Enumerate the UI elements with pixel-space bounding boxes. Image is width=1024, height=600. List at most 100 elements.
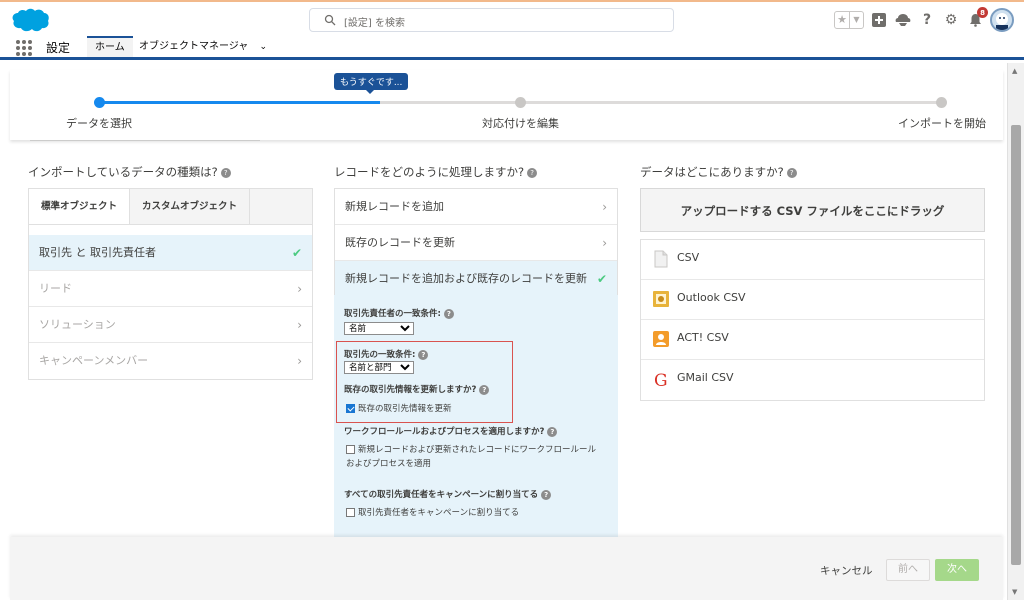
step-label-select-data: データを選択	[66, 117, 132, 130]
tab-custom-objects[interactable]: カスタムオブジェクト	[130, 189, 251, 224]
tab-object-manager[interactable]: オブジェクトマネージャ ⌄	[131, 36, 275, 60]
object-option-campaign-members[interactable]: キャンペーンメンバー ›	[29, 343, 312, 379]
contact-match-label: 取引先責任者の一致条件:?	[344, 307, 454, 319]
step-dot-select-data	[94, 97, 105, 108]
object-option-label: 取引先 と 取引先責任者	[39, 246, 156, 259]
workflow-checkbox-line2: およびプロセスを適用	[346, 459, 432, 469]
record-handling-title: レコードをどのように処理しますか??	[334, 164, 538, 180]
source-label: GMail CSV	[677, 371, 734, 384]
salesforce-logo[interactable]	[10, 7, 50, 33]
chevron-down-icon[interactable]: ▼	[849, 12, 863, 28]
help-icon[interactable]: ?	[220, 167, 231, 178]
app-name: 設定	[46, 41, 71, 55]
tab-home[interactable]: ホーム	[87, 36, 133, 60]
source-label: CSV	[677, 251, 700, 264]
checkbox-unchecked-icon[interactable]	[346, 508, 355, 517]
progress-tooltip: もうすぐです...	[334, 73, 409, 94]
contact-match-select[interactable]: 名前	[344, 322, 414, 335]
record-handling-title-text: レコードをどのように処理しますか?	[334, 165, 525, 179]
help-icon[interactable]: ?	[541, 489, 552, 500]
help-icon[interactable]: ?	[443, 308, 454, 319]
tab-object-manager-label: オブジェクトマネージャ	[139, 41, 249, 52]
checkmark-icon: ✔	[596, 272, 607, 286]
data-location-title-text: データはどこにありますか?	[640, 165, 784, 179]
checkbox-unchecked-icon[interactable]	[346, 445, 355, 454]
import-progress-bar: もうすぐです... データを選択 対応付けを編集 インポートを開始	[10, 70, 1003, 140]
scrollbar-thumb[interactable]	[1011, 125, 1021, 565]
global-search-input[interactable]: [設定] を検索	[309, 8, 674, 32]
gmail-icon: G	[654, 371, 668, 388]
header-actions: ★ ▼ ? ⚙ 8	[834, 7, 1014, 33]
cancel-button[interactable]: キャンセル	[820, 563, 873, 578]
source-outlook-csv[interactable]: Outlook CSV	[641, 280, 984, 320]
object-option-label: ソリューション	[39, 318, 116, 331]
chevron-right-icon: ›	[602, 236, 607, 250]
record-option-add-new[interactable]: 新規レコードを追加 ›	[335, 189, 617, 225]
tab-home-label: ホーム	[95, 42, 125, 53]
source-csv[interactable]: CSV	[641, 240, 984, 280]
data-location-title: データはどこにありますか??	[640, 164, 797, 180]
svg-text:G: G	[654, 371, 668, 388]
step-label-start-import: インポートを開始	[898, 117, 986, 130]
csv-drop-zone[interactable]: アップロードする CSV ファイルをここにドラッグ	[640, 188, 985, 232]
tab-standard-objects[interactable]: 標準オブジェクト	[29, 189, 131, 224]
data-type-title: インポートしているデータの種類は??	[28, 164, 231, 180]
scroll-down-icon[interactable]: ▼	[1012, 588, 1017, 596]
chevron-right-icon: ›	[297, 282, 302, 296]
step-label-edit-mapping: 対応付けを編集	[482, 117, 559, 130]
checkmark-icon: ✔	[291, 246, 302, 260]
help-icon[interactable]: ?	[786, 167, 797, 178]
object-option-label: キャンペーンメンバー	[39, 354, 149, 367]
notification-count-badge: 8	[977, 7, 988, 18]
outlook-icon	[653, 291, 669, 307]
step-dot-edit-mapping	[515, 97, 526, 108]
help-icon[interactable]: ?	[547, 426, 558, 437]
highlight-box	[336, 341, 513, 423]
object-type-tabs: 標準オブジェクト カスタムオブジェクト	[29, 189, 312, 225]
record-option-add-and-update[interactable]: 新規レコードを追加および既存のレコードを更新 ✔	[335, 261, 617, 297]
object-type-card: 標準オブジェクト カスタムオブジェクト 取引先 と 取引先責任者 ✔ リード ›…	[28, 188, 313, 380]
page-scrollbar[interactable]: ▲ ▼	[1007, 63, 1024, 600]
data-type-title-text: インポートしているデータの種類は?	[28, 165, 218, 179]
favorites-button[interactable]: ★ ▼	[834, 11, 864, 29]
chevron-right-icon: ›	[297, 354, 302, 368]
source-label: ACT! CSV	[677, 331, 729, 344]
help-icon[interactable]: ?	[527, 167, 538, 178]
record-option-label: 新規レコードを追加および既存のレコードを更新	[345, 272, 587, 285]
trailhead-icon[interactable]	[894, 11, 912, 29]
chevron-right-icon: ›	[297, 318, 302, 332]
campaign-label: すべての取引先責任者をキャンペーンに割り当てる?	[344, 488, 552, 500]
scroll-up-icon[interactable]: ▲	[1012, 67, 1017, 75]
search-placeholder: [設定] を検索	[344, 18, 405, 29]
workflow-label: ワークフロールールおよびプロセスを適用しますか??	[344, 425, 558, 437]
next-button[interactable]: 次へ	[935, 559, 979, 581]
source-act-csv[interactable]: ACT! CSV	[641, 320, 984, 360]
help-icon[interactable]: ?	[918, 11, 936, 29]
data-source-list: CSV Outlook CSV ACT! CSV G GMail CSV	[640, 239, 985, 401]
star-icon[interactable]: ★	[835, 12, 849, 28]
step-dot-start-import	[936, 97, 947, 108]
user-avatar[interactable]	[990, 8, 1014, 32]
record-option-update-existing[interactable]: 既存のレコードを更新 ›	[335, 225, 617, 261]
csv-file-icon	[654, 250, 668, 268]
source-gmail-csv[interactable]: G GMail CSV	[641, 360, 984, 400]
campaign-checkbox[interactable]: 取引先責任者をキャンペーンに割り当てる	[346, 506, 519, 518]
object-option-solutions[interactable]: ソリューション ›	[29, 307, 312, 343]
record-option-label: 新規レコードを追加	[345, 200, 444, 213]
chevron-down-icon[interactable]: ⌄	[260, 36, 268, 58]
app-launcher-icon[interactable]	[16, 40, 32, 56]
previous-button[interactable]: 前へ	[886, 559, 930, 581]
source-label: Outlook CSV	[677, 291, 746, 304]
wizard-footer: キャンセル 前へ 次へ	[10, 537, 1003, 600]
record-option-label: 既存のレコードを更新	[345, 236, 455, 249]
record-action-card: 新規レコードを追加 › 既存のレコードを更新 › 新規レコードを追加および既存の…	[334, 188, 618, 297]
object-option-accounts-contacts[interactable]: 取引先 と 取引先責任者 ✔	[29, 235, 312, 271]
app-nav-bar: 設定 ホーム オブジェクトマネージャ ⌄	[0, 36, 1024, 60]
bell-icon[interactable]: 8	[966, 7, 988, 29]
object-option-leads[interactable]: リード ›	[29, 271, 312, 307]
progress-fill	[99, 101, 380, 104]
add-icon[interactable]	[870, 11, 888, 29]
workflow-checkbox[interactable]: 新規レコードおよび更新されたレコードにワークフロールール	[346, 443, 596, 455]
gear-icon[interactable]: ⚙	[942, 11, 960, 29]
act-contact-icon	[653, 331, 669, 347]
